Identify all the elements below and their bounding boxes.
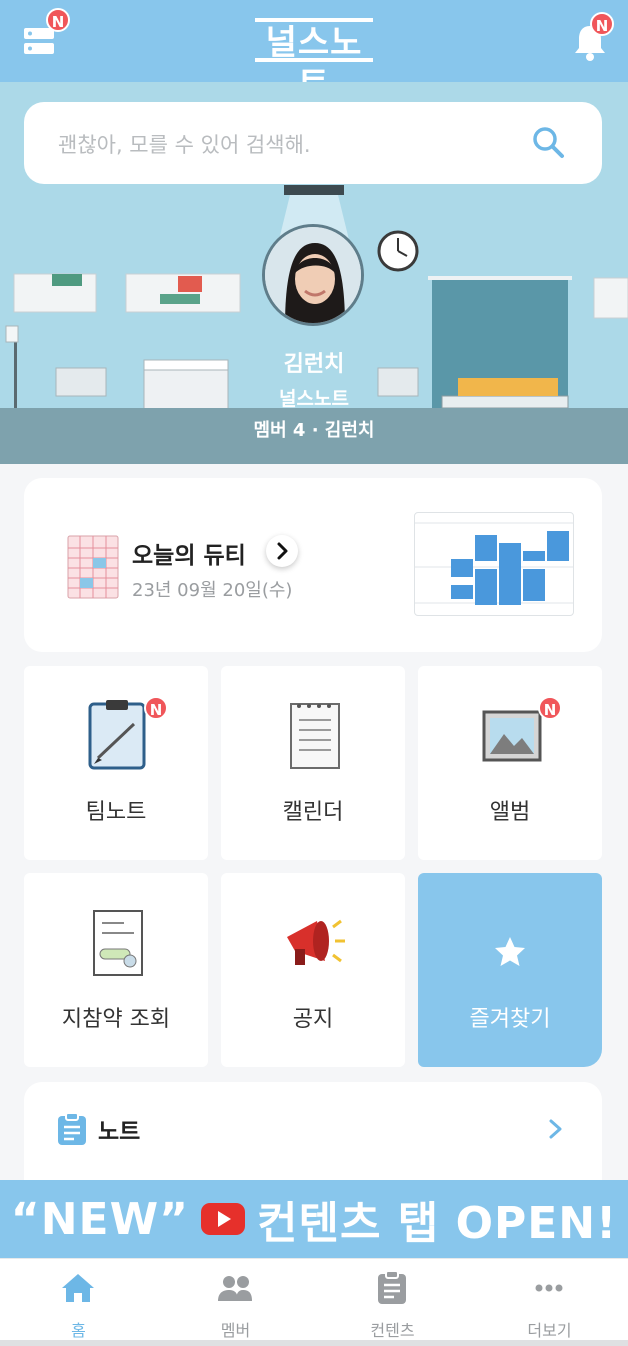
nav-label: 멤버: [220, 1321, 251, 1340]
nav-label: 컨텐츠: [370, 1321, 415, 1340]
server-menu-button[interactable]: N: [18, 8, 70, 64]
tile-calendar[interactable]: 캘린더: [221, 666, 405, 860]
banner-new-text: “NEW”: [10, 1193, 190, 1245]
profile-avatar[interactable]: [262, 224, 364, 326]
app-logo: 널스노트: [255, 18, 373, 105]
search-placeholder: 괜찮아, 모를 수 있어 검색해.: [58, 133, 311, 157]
duty-date: 23년 09월 20일(수): [132, 580, 293, 601]
tile-favorites[interactable]: 즐겨찾기: [418, 873, 602, 1067]
nav-home[interactable]: 홈: [0, 1259, 157, 1346]
duty-open-button[interactable]: [266, 535, 298, 567]
photo-frame-icon: [482, 710, 542, 762]
today-duty-card[interactable]: 오늘의 듀티 23년 09월 20일(수): [24, 478, 602, 652]
app-header: N 널스노트 N: [0, 0, 628, 105]
notification-button[interactable]: N: [570, 12, 618, 64]
search-icon[interactable]: [530, 124, 568, 162]
notepad-icon: [290, 703, 340, 769]
clipboard-icon: [58, 1112, 86, 1145]
tile-album[interactable]: N 앨범: [418, 666, 602, 860]
new-badge: N: [144, 696, 168, 720]
duty-title: 오늘의 듀티: [132, 543, 246, 569]
star-icon: [495, 937, 525, 966]
tile-medication-lookup[interactable]: 지참약 조회: [24, 873, 208, 1067]
home-icon: [62, 1274, 94, 1302]
search-bar[interactable]: 괜찮아, 모를 수 있어 검색해.: [24, 102, 602, 184]
more-icon: [535, 1284, 563, 1292]
hero-section: 괜찮아, 모를 수 있어 검색해. 김런치 널스노트 멤버 4 · 김런치: [0, 82, 628, 464]
nav-members[interactable]: 멤버: [157, 1259, 314, 1346]
clipboard-pen-icon: [88, 700, 146, 770]
youtube-icon: [201, 1203, 246, 1235]
banner-title-text: 컨텐츠 탭 OPEN!: [257, 1198, 618, 1249]
tile-label: 지참약 조회: [61, 1007, 171, 1032]
calendar-preview-graphic: [415, 522, 573, 605]
tile-label: 앨범: [489, 800, 531, 825]
tile-notice[interactable]: 공지: [221, 873, 405, 1067]
tile-label: 공지: [292, 1007, 334, 1032]
nav-label: 홈: [71, 1321, 86, 1340]
bottom-navigation: 홈 멤버 컨텐츠 더보기: [0, 1258, 628, 1346]
schedule-sheet-icon: [67, 535, 119, 599]
nav-label: 더보기: [527, 1321, 572, 1340]
system-bottom-bar: [0, 1340, 628, 1346]
tile-label: 즐겨찾기: [469, 1007, 551, 1032]
new-badge: N: [538, 696, 562, 720]
nav-more[interactable]: 더보기: [471, 1259, 628, 1346]
profile-member-line: 멤버 4 · 김런치: [253, 420, 375, 441]
note-title: 노트: [98, 1119, 141, 1145]
tile-team-note[interactable]: N 팀노트: [24, 666, 208, 860]
tile-label: 팀노트: [85, 800, 147, 825]
chevron-right-icon[interactable]: [548, 1118, 564, 1140]
profile-name: 김런치: [283, 352, 345, 377]
new-badge: N: [590, 12, 614, 36]
medicine-document-icon: [93, 910, 143, 976]
new-contents-banner[interactable]: “NEW” 컨텐츠 탭 OPEN!: [0, 1180, 628, 1258]
megaphone-icon: [287, 919, 345, 965]
nav-contents[interactable]: 컨텐츠: [314, 1259, 471, 1346]
tile-label: 캘린더: [282, 800, 344, 825]
duty-calendar-preview[interactable]: [414, 512, 574, 616]
clipboard-icon: [378, 1271, 406, 1304]
people-icon: [218, 1276, 252, 1301]
new-badge: N: [46, 8, 70, 32]
profile-team: 널스노트: [279, 388, 349, 410]
chevron-right-icon: [277, 542, 288, 560]
